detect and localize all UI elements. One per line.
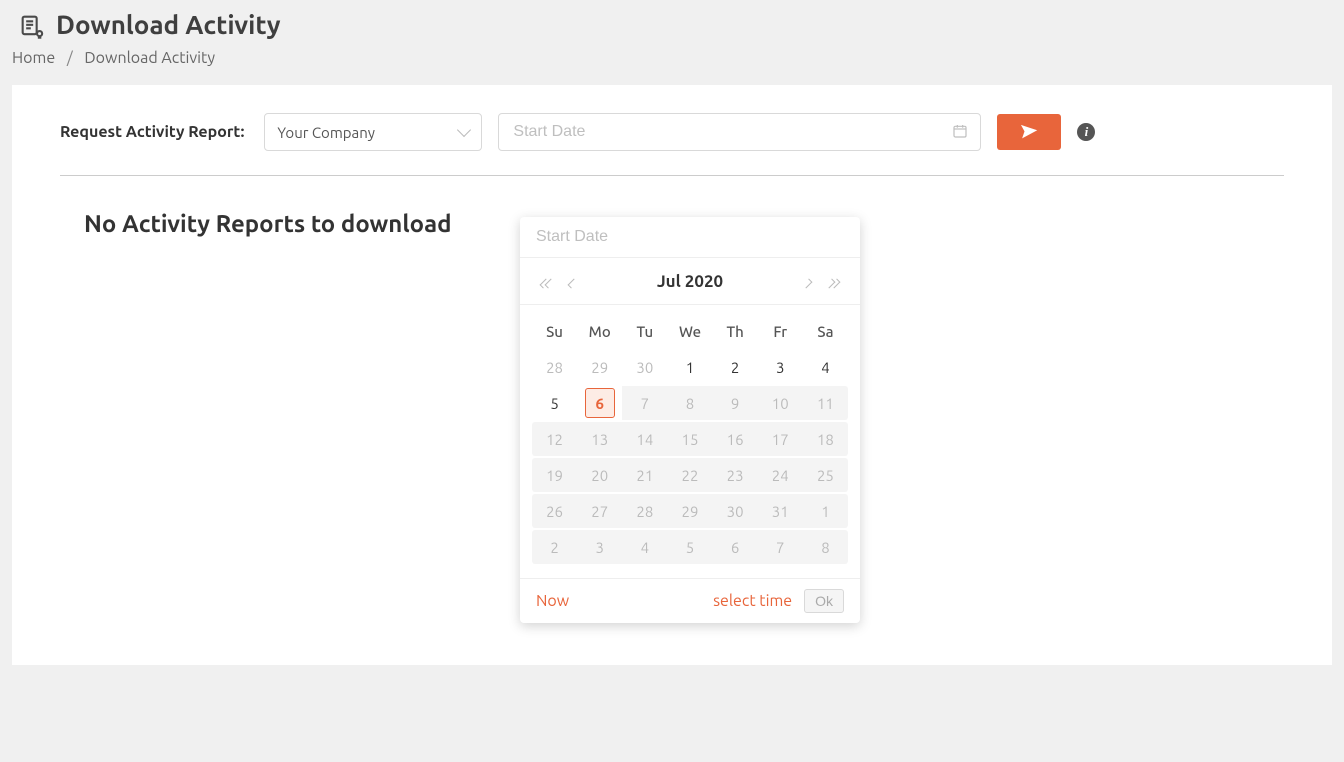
breadcrumb-current: Download Activity — [84, 49, 215, 67]
calendar-day: 7 — [765, 532, 795, 562]
calendar-day: 3 — [585, 532, 615, 562]
calendar-day: 27 — [585, 496, 615, 526]
select-time-button[interactable]: select time — [713, 592, 792, 610]
calendar-day: 23 — [720, 460, 750, 490]
calendar-day[interactable]: 6 — [585, 388, 615, 418]
calendar-day[interactable]: 29 — [585, 352, 615, 382]
page-title: Download Activity — [56, 10, 281, 39]
start-date-field[interactable] — [511, 122, 952, 142]
info-icon[interactable]: i — [1077, 123, 1095, 141]
calendar-day: 1 — [810, 496, 840, 526]
calendar-day: 21 — [630, 460, 660, 490]
prev-year-button[interactable] — [536, 270, 558, 292]
calendar-day[interactable]: 4 — [810, 352, 840, 382]
calendar-day: 5 — [675, 532, 705, 562]
breadcrumb-separator: / — [67, 49, 73, 67]
calendar-grid: SuMoTuWeThFrSa 2829301234567891011121314… — [532, 313, 848, 566]
calendar-day: 15 — [675, 424, 705, 454]
calendar-day: 14 — [630, 424, 660, 454]
calendar-day[interactable]: 30 — [630, 352, 660, 382]
calendar-day[interactable]: 2 — [720, 352, 750, 382]
calendar-day: 18 — [810, 424, 840, 454]
calendar-day: 12 — [540, 424, 570, 454]
breadcrumb: Home / Download Activity — [0, 45, 1344, 85]
calendar-day[interactable]: 28 — [540, 352, 570, 382]
weekday-header: Tu — [622, 315, 667, 348]
calendar-icon — [952, 123, 968, 142]
ok-button[interactable]: Ok — [804, 589, 844, 613]
calendar-day: 8 — [675, 388, 705, 418]
start-date-input[interactable] — [498, 113, 981, 151]
calendar-day: 29 — [675, 496, 705, 526]
submit-button[interactable] — [997, 114, 1061, 150]
chevron-down-icon — [457, 123, 471, 137]
calendar-day: 31 — [765, 496, 795, 526]
company-select[interactable]: Your Company — [264, 113, 482, 151]
calendar-day: 10 — [765, 388, 795, 418]
calendar-day: 11 — [810, 388, 840, 418]
calendar-day: 16 — [720, 424, 750, 454]
calendar-day: 13 — [585, 424, 615, 454]
weekday-header: Fr — [758, 315, 803, 348]
calendar-day: 28 — [630, 496, 660, 526]
calendar-day: 2 — [540, 532, 570, 562]
breadcrumb-home[interactable]: Home — [12, 49, 55, 67]
weekday-header: Th — [713, 315, 758, 348]
calendar-day: 25 — [810, 460, 840, 490]
calendar-day[interactable]: 3 — [765, 352, 795, 382]
calendar-day: 19 — [540, 460, 570, 490]
calendar-day: 8 — [810, 532, 840, 562]
next-year-button[interactable] — [822, 270, 844, 292]
calendar-day: 17 — [765, 424, 795, 454]
calendar-day: 4 — [630, 532, 660, 562]
request-report-label: Request Activity Report: — [60, 123, 244, 141]
send-icon — [1020, 122, 1038, 143]
weekday-header: Mo — [577, 315, 622, 348]
weekday-header: We — [667, 315, 712, 348]
prev-month-button[interactable] — [564, 270, 581, 292]
now-button[interactable]: Now — [536, 592, 569, 610]
date-picker-input[interactable] — [534, 227, 846, 247]
calendar-day: 30 — [720, 496, 750, 526]
weekday-header: Sa — [803, 315, 848, 348]
calendar-day: 9 — [720, 388, 750, 418]
next-month-button[interactable] — [799, 270, 816, 292]
calendar-day: 26 — [540, 496, 570, 526]
calendar-day: 20 — [585, 460, 615, 490]
calendar-day: 22 — [675, 460, 705, 490]
company-select-value: Your Company — [277, 124, 375, 141]
date-picker-month-label[interactable]: Jul 2020 — [657, 272, 723, 291]
calendar-day[interactable]: 5 — [540, 388, 570, 418]
calendar-day: 24 — [765, 460, 795, 490]
date-picker-popup: Jul 2020 SuMoTuWeThFrSa 2829301234567891… — [520, 217, 860, 623]
activity-report-icon — [18, 12, 44, 38]
calendar-day: 7 — [630, 388, 660, 418]
weekday-header: Su — [532, 315, 577, 348]
calendar-day[interactable]: 1 — [675, 352, 705, 382]
calendar-day: 6 — [720, 532, 750, 562]
